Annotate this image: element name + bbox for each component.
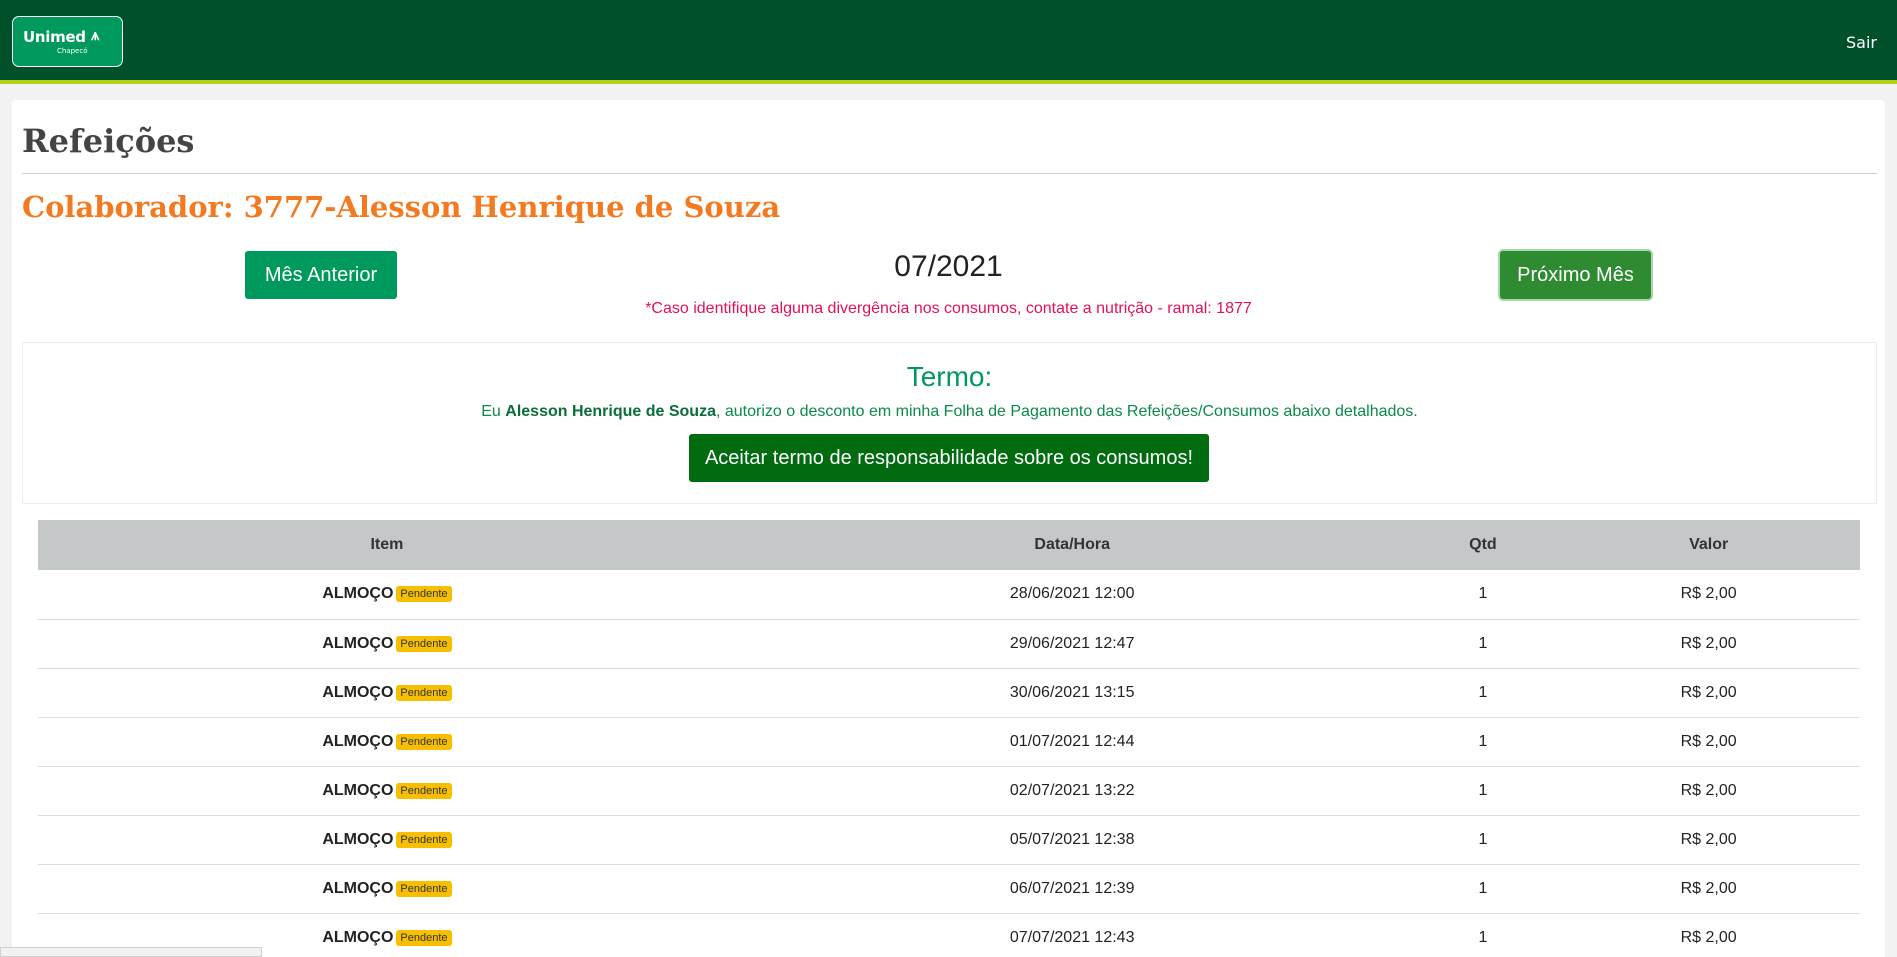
column-header-qty: Qtd [1469, 536, 1497, 553]
item-name: ALMOÇO [322, 928, 394, 946]
datetime-cell: 06/07/2021 12:39 [1009, 879, 1135, 897]
item-cell: ALMOÇO Pendente [38, 864, 736, 913]
item-cell: ALMOÇO Pendente [38, 717, 736, 766]
logout-link[interactable]: Sair [1846, 33, 1877, 52]
qty-cell: 1 [1478, 830, 1488, 848]
value-cell: R$ 2,00 [1680, 634, 1737, 652]
value-cell: R$ 2,00 [1680, 781, 1737, 799]
table-row: ALMOÇO Pendente 28/06/2021 12:00 1 R$ 2,0… [38, 570, 1860, 619]
qty-cell: 1 [1478, 634, 1488, 652]
datetime-cell: 29/06/2021 12:47 [1009, 634, 1135, 652]
unimed-logo[interactable]: Unimed ⩚ Chapecó [12, 16, 123, 67]
item-cell: ALMOÇO Pendente [38, 619, 736, 668]
logo-brand-text: Unimed [23, 28, 86, 46]
datetime-cell: 01/07/2021 12:44 [1009, 732, 1135, 750]
item-cell: ALMOÇO Pendente [38, 766, 736, 815]
term-title: Termo: [906, 361, 993, 392]
term-panel: Termo: Eu Alesson Henrique de Souza, aut… [22, 342, 1877, 504]
page-title: Refeições [22, 122, 195, 160]
value-cell: R$ 2,00 [1680, 879, 1737, 897]
table-row: ALMOÇO Pendente 07/07/2021 12:43 1 R$ 2,0… [38, 913, 1860, 957]
datetime-cell: 07/07/2021 12:43 [1009, 928, 1135, 946]
item-cell: ALMOÇO Pendente [38, 668, 736, 717]
item-name: ALMOÇO [322, 732, 394, 750]
datetime-cell: 28/06/2021 12:00 [1009, 585, 1135, 603]
table-row: ALMOÇO Pendente 06/07/2021 12:39 1 R$ 2,0… [38, 864, 1860, 913]
item-cell: ALMOÇO Pendente [38, 815, 736, 864]
qty-cell: 1 [1478, 683, 1488, 701]
column-header-datetime: Data/Hora [1034, 536, 1110, 553]
item-name: ALMOÇO [322, 781, 394, 799]
value-cell: R$ 2,00 [1680, 585, 1737, 603]
table-row: ALMOÇO Pendente 05/07/2021 12:38 1 R$ 2,0… [38, 815, 1860, 864]
status-badge: Pendente [396, 782, 452, 799]
item-cell: ALMOÇO Pendente [38, 570, 736, 619]
status-badge: Pendente [396, 929, 452, 946]
datetime-cell: 30/06/2021 13:15 [1009, 683, 1135, 701]
table-row: ALMOÇO Pendente 30/06/2021 13:15 1 R$ 2,0… [38, 668, 1860, 717]
term-collaborator-name: Alesson Henrique de Souza [505, 403, 716, 420]
next-month-button[interactable]: Próximo Mês [1498, 249, 1653, 301]
item-name: ALMOÇO [322, 585, 394, 603]
qty-cell: 1 [1478, 781, 1488, 799]
term-text: Eu Alesson Henrique de Souza, autorizo o… [23, 403, 1876, 421]
divergence-notice: *Caso identifique alguma divergência nos… [645, 300, 1252, 317]
item-name: ALMOÇO [322, 879, 394, 897]
term-text-suffix: , autorizo o desconto em minha Folha de … [715, 403, 1418, 420]
item-name: ALMOÇO [322, 634, 394, 652]
datetime-cell: 05/07/2021 12:38 [1009, 830, 1135, 848]
datetime-cell: 02/07/2021 13:22 [1009, 781, 1135, 799]
accept-term-button[interactable]: Aceitar termo de responsabilidade sobre … [689, 434, 1209, 482]
qty-cell: 1 [1478, 879, 1488, 897]
status-badge: Pendente [396, 880, 452, 897]
main-card: Refeições Colaborador: 3777-Alesson Henr… [12, 100, 1885, 957]
item-name: ALMOÇO [322, 683, 394, 701]
collaborator-heading: Colaborador: 3777-Alesson Henrique de So… [22, 190, 781, 224]
qty-cell: 1 [1478, 732, 1488, 750]
logo-subtitle: Chapecó [57, 47, 88, 55]
top-navbar: Unimed ⩚ Chapecó Sair [0, 0, 1897, 84]
column-header-item: Item [370, 536, 404, 553]
consumption-table-container: Item Data/Hora Qtd Valor ALMOÇO Pendente … [38, 520, 1860, 957]
consumption-table: Item Data/Hora Qtd Valor ALMOÇO Pendente … [38, 520, 1860, 957]
browser-status-bar [0, 947, 262, 957]
table-row: ALMOÇO Pendente 02/07/2021 13:22 1 R$ 2,0… [38, 766, 1860, 815]
table-row: ALMOÇO Pendente 29/06/2021 12:47 1 R$ 2,0… [38, 619, 1860, 668]
item-name: ALMOÇO [322, 830, 394, 848]
qty-cell: 1 [1478, 585, 1488, 603]
value-cell: R$ 2,00 [1680, 732, 1737, 750]
status-badge: Pendente [396, 733, 452, 750]
table-row: ALMOÇO Pendente 01/07/2021 12:44 1 R$ 2,0… [38, 717, 1860, 766]
column-header-value: Valor [1689, 536, 1729, 553]
status-badge: Pendente [396, 586, 452, 603]
status-badge: Pendente [396, 684, 452, 701]
table-header-row: Item Data/Hora Qtd Valor [38, 520, 1860, 570]
qty-cell: 1 [1478, 928, 1488, 946]
value-cell: R$ 2,00 [1680, 683, 1737, 701]
value-cell: R$ 2,00 [1680, 928, 1737, 946]
status-badge: Pendente [396, 635, 452, 652]
status-badge: Pendente [396, 831, 452, 848]
logo-mark-icon: ⩚ [91, 26, 100, 44]
term-text-prefix: Eu [481, 403, 506, 420]
title-divider [22, 173, 1877, 174]
value-cell: R$ 2,00 [1680, 830, 1737, 848]
